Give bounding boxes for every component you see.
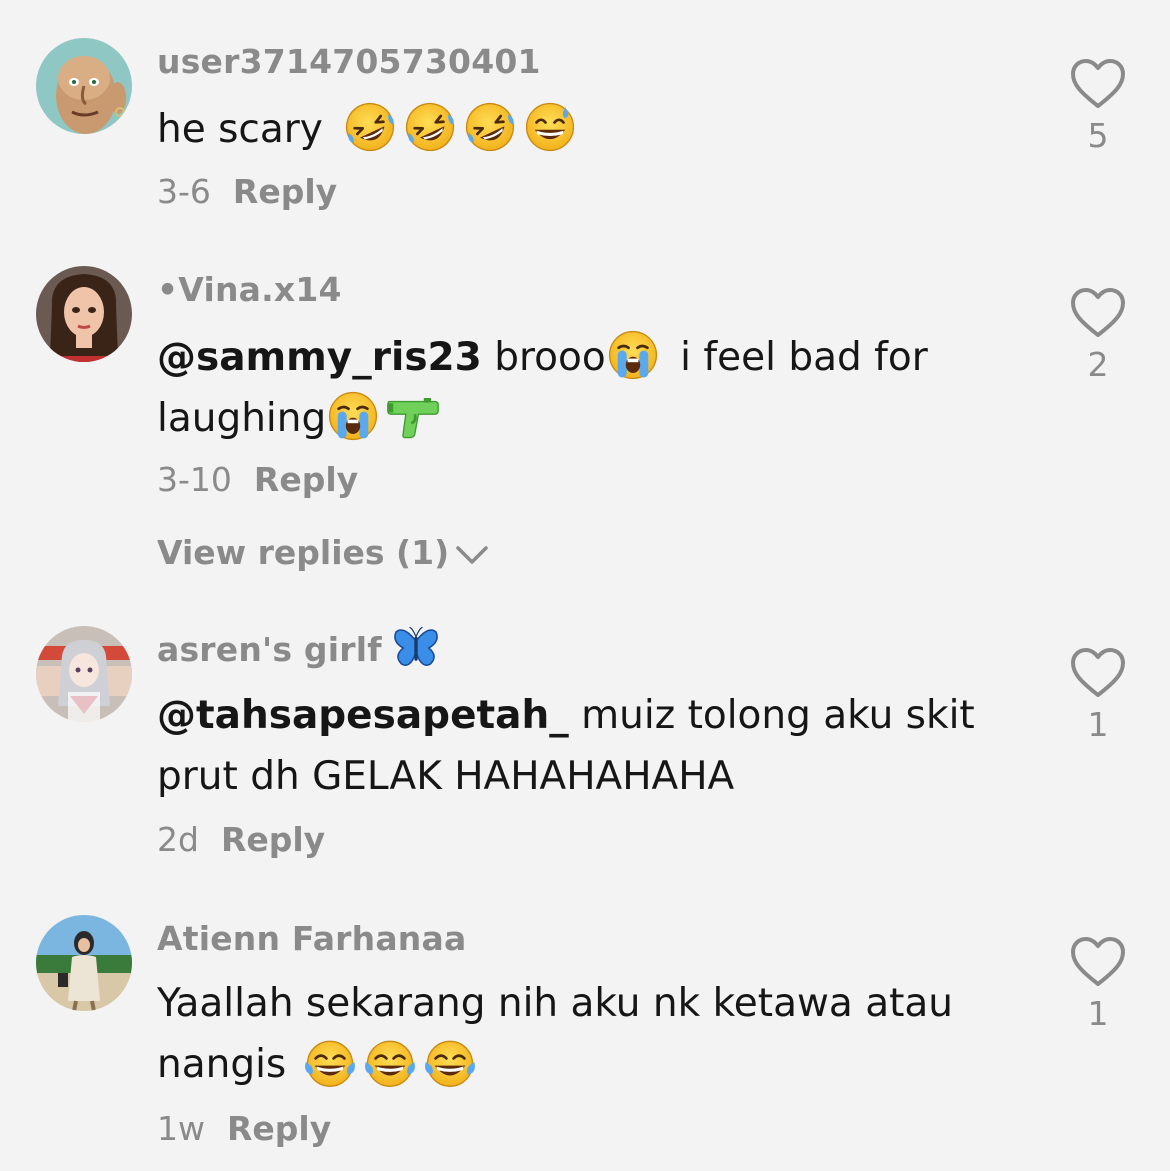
like-button[interactable]: 2 — [1066, 287, 1130, 384]
avatar[interactable] — [36, 266, 132, 362]
comment-text-part: Yaallah sekarang nih aku nk ketawa atau — [157, 981, 953, 1026]
comment-meta: 2d Reply — [157, 820, 325, 859]
avatar[interactable] — [36, 626, 132, 722]
comment-timestamp: 3-6 — [157, 172, 211, 211]
reply-button[interactable]: Reply — [233, 172, 337, 211]
reply-button[interactable]: Reply — [254, 460, 358, 499]
like-button[interactable]: 1 — [1066, 936, 1130, 1033]
comment-username[interactable]: •Vina.x14 — [157, 270, 342, 309]
comment-text-part: nangis — [157, 1042, 287, 1087]
comment-text-part: i feel bad for — [680, 335, 928, 380]
heart-icon — [1071, 59, 1125, 108]
comment-timestamp: 2d — [157, 820, 199, 859]
loudly-crying-emoji — [326, 389, 380, 443]
like-count: 5 — [1087, 116, 1109, 155]
comment-meta: 3-10 Reply — [157, 460, 358, 499]
rofl-emoji — [343, 100, 397, 154]
comment-timestamp: 1w — [157, 1109, 205, 1148]
tears-of-joy-emoji — [363, 1035, 417, 1089]
heart-icon — [1071, 648, 1125, 697]
like-button[interactable]: 5 — [1066, 58, 1130, 155]
comment-meta: 3-6 Reply — [157, 172, 337, 211]
water-pistol-emoji — [386, 389, 440, 443]
comment-text: Yaallah sekarang nih aku nk ketawa atau … — [157, 973, 1017, 1095]
comment-text-part: he scary — [157, 107, 323, 152]
mention-link[interactable]: @tahsapesapetah_ — [157, 693, 569, 738]
like-count: 1 — [1087, 994, 1109, 1033]
like-count: 1 — [1087, 705, 1109, 744]
comment-meta: 1w Reply — [157, 1109, 331, 1148]
comment-text-part: laughing — [157, 396, 327, 441]
comment-username[interactable]: Atienn Farhanaa — [157, 919, 466, 958]
view-replies-button[interactable]: View replies (1) — [157, 533, 489, 572]
comment-text-part: prut dh GELAK HAHAHAHAHA — [157, 754, 735, 799]
tears-of-joy-emoji — [423, 1035, 477, 1089]
comment-text-part: brooo — [494, 335, 606, 380]
comment-text: @tahsapesapetah_ muiz tolong aku skit pr… — [157, 685, 1017, 807]
rofl-emoji — [463, 100, 517, 154]
like-button[interactable]: 1 — [1066, 647, 1130, 744]
blue-butterfly-emoji — [392, 624, 440, 672]
comment-username[interactable]: user3714705730401 — [157, 42, 541, 81]
comment-username[interactable]: asren's girlf — [157, 630, 440, 672]
loudly-crying-emoji — [606, 328, 660, 382]
reply-button[interactable]: Reply — [221, 820, 325, 859]
avatar[interactable] — [36, 38, 132, 134]
comment-timestamp: 3-10 — [157, 460, 232, 499]
tears-of-joy-emoji — [303, 1035, 357, 1089]
grinning-sweat-emoji — [523, 100, 577, 154]
view-replies-label: View replies (1) — [157, 533, 450, 572]
comment-text-part: muiz tolong aku skit — [581, 693, 975, 738]
heart-icon — [1071, 937, 1125, 986]
chevron-down-icon — [456, 545, 488, 564]
mention-link[interactable]: @sammy_ris23 — [157, 335, 482, 380]
rofl-emoji — [403, 100, 457, 154]
avatar[interactable] — [36, 915, 132, 1011]
like-count: 2 — [1087, 345, 1109, 384]
comment-text: @sammy_ris23 brooo i feel bad for laughi… — [157, 327, 1017, 449]
comment-text: he scary — [157, 99, 1017, 160]
username-text: asren's girlf — [157, 630, 382, 669]
reply-button[interactable]: Reply — [227, 1109, 331, 1148]
heart-icon — [1071, 288, 1125, 337]
